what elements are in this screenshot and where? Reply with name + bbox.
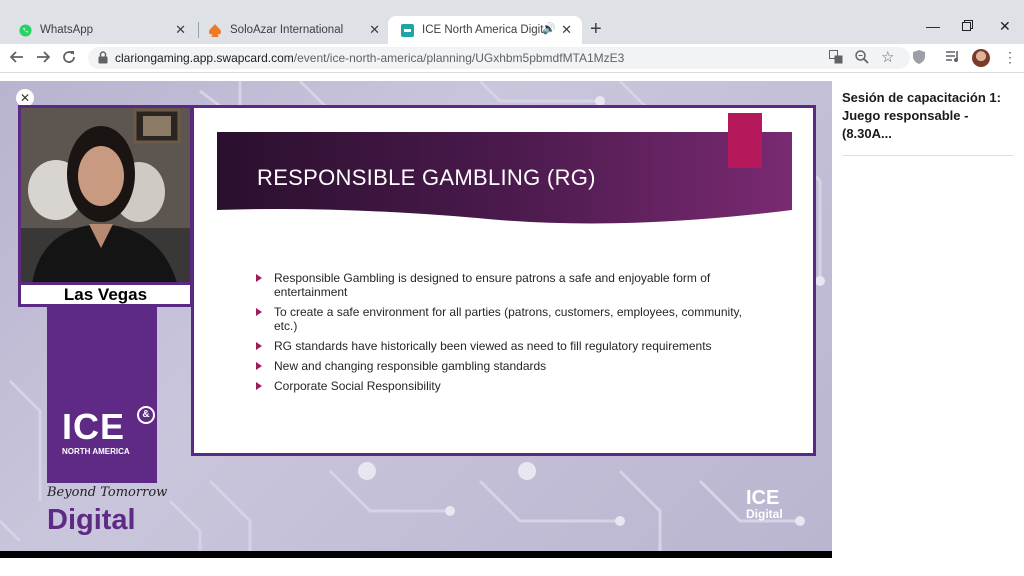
bullet-arrow-icon (256, 362, 262, 370)
minimize-button[interactable]: — (926, 18, 940, 34)
close-window-button[interactable]: ✕ (999, 18, 1011, 35)
tab-title: WhatsApp (40, 24, 94, 36)
translate-icon[interactable] (829, 50, 843, 68)
url-path: /event/ice-north-america/planning/UGxhbm… (293, 51, 625, 65)
slide-title: RESPONSIBLE GAMBLING (RG) (257, 165, 596, 190)
zoom-icon[interactable] (855, 50, 869, 68)
bullet-arrow-icon (256, 382, 262, 390)
tab-soloazar[interactable]: SoloAzar International ✕ (196, 16, 390, 44)
bullet-arrow-icon (256, 274, 262, 282)
bullet-arrow-icon (256, 342, 262, 350)
bookmark-star-icon[interactable]: ☆ (881, 50, 894, 66)
url-text: clariongaming.app.swapcard.com/event/ice… (115, 51, 624, 65)
watermark-digital: Digital (746, 507, 783, 521)
url-host: clariongaming.app.swapcard.com (115, 51, 294, 65)
tab-title: ICE North America Digital: co (422, 24, 544, 36)
tab-whatsapp[interactable]: WhatsApp ✕ (6, 16, 196, 44)
session-title[interactable]: Sesión de capacitación 1: Juego responsa… (842, 89, 1014, 143)
slide-accent-block (728, 113, 762, 168)
browser-toolbar: clariongaming.app.swapcard.com/event/ice… (0, 44, 1024, 73)
spade-icon (208, 23, 222, 37)
reload-button[interactable] (62, 50, 76, 68)
ice-subtitle: NORTH AMERICA (62, 447, 130, 456)
presenter-video (21, 108, 190, 301)
slide-bullet: To create a safe environment for all par… (256, 305, 756, 333)
speaker-icon[interactable]: 🔊 (542, 22, 556, 35)
watermark-logo: ICE (746, 487, 780, 509)
swapcard-icon (400, 23, 414, 37)
close-tab-icon[interactable]: ✕ (369, 23, 380, 37)
tagline: Beyond Tomorrow (47, 485, 168, 500)
profile-avatar[interactable] (972, 49, 990, 67)
whatsapp-icon (18, 23, 32, 37)
ice-banner (47, 307, 157, 483)
tab-title: SoloAzar International (230, 24, 344, 36)
session-side-panel: Sesión de capacitación 1: Juego responsa… (842, 89, 1014, 156)
location-label: Las Vegas (18, 282, 193, 307)
digital-label: Digital (47, 504, 136, 536)
slide-bullet: Corporate Social Responsibility (256, 379, 756, 393)
slide-bullet: Responsible Gambling is designed to ensu… (256, 271, 756, 299)
ice-logo: ICE (62, 406, 126, 447)
video-player[interactable]: ✕ Las Vegas ICE & NORTH AMERICA Beyond T… (0, 81, 832, 558)
close-tab-icon[interactable]: ✕ (175, 23, 186, 37)
forward-button[interactable] (36, 50, 51, 68)
bullet-arrow-icon (256, 308, 262, 316)
slide-bullets: Responsible Gambling is designed to ensu… (256, 271, 756, 399)
back-button[interactable] (9, 50, 24, 68)
video-stage: ✕ Las Vegas ICE & NORTH AMERICA Beyond T… (0, 81, 832, 551)
restore-button[interactable] (962, 18, 973, 34)
slide-bullet: New and changing responsible gambling st… (256, 359, 756, 373)
lock-icon[interactable] (98, 51, 108, 65)
tab-ice-north-america[interactable]: ICE North America Digital: co 🔊 ✕ (388, 16, 582, 44)
ice-digital-watermark: ICE Digital (746, 488, 783, 520)
address-bar[interactable]: clariongaming.app.swapcard.com/event/ice… (88, 47, 910, 69)
shield-extension-icon[interactable] (913, 50, 925, 68)
close-tab-icon[interactable]: ✕ (561, 23, 572, 37)
tab-strip: WhatsApp ✕ SoloAzar International ✕ ICE … (0, 0, 1024, 44)
divider (842, 155, 1014, 156)
ice-logo-mark: & (137, 406, 155, 424)
page-content: ✕ Las Vegas ICE & NORTH AMERICA Beyond T… (0, 73, 1024, 576)
menu-kebab-icon[interactable]: ⋮ (1003, 49, 1017, 65)
new-tab-button[interactable]: + (590, 19, 602, 39)
webcam-feed (18, 105, 193, 304)
media-controls-icon[interactable] (946, 50, 960, 67)
slide-bullet: RG standards have historically been view… (256, 339, 756, 353)
